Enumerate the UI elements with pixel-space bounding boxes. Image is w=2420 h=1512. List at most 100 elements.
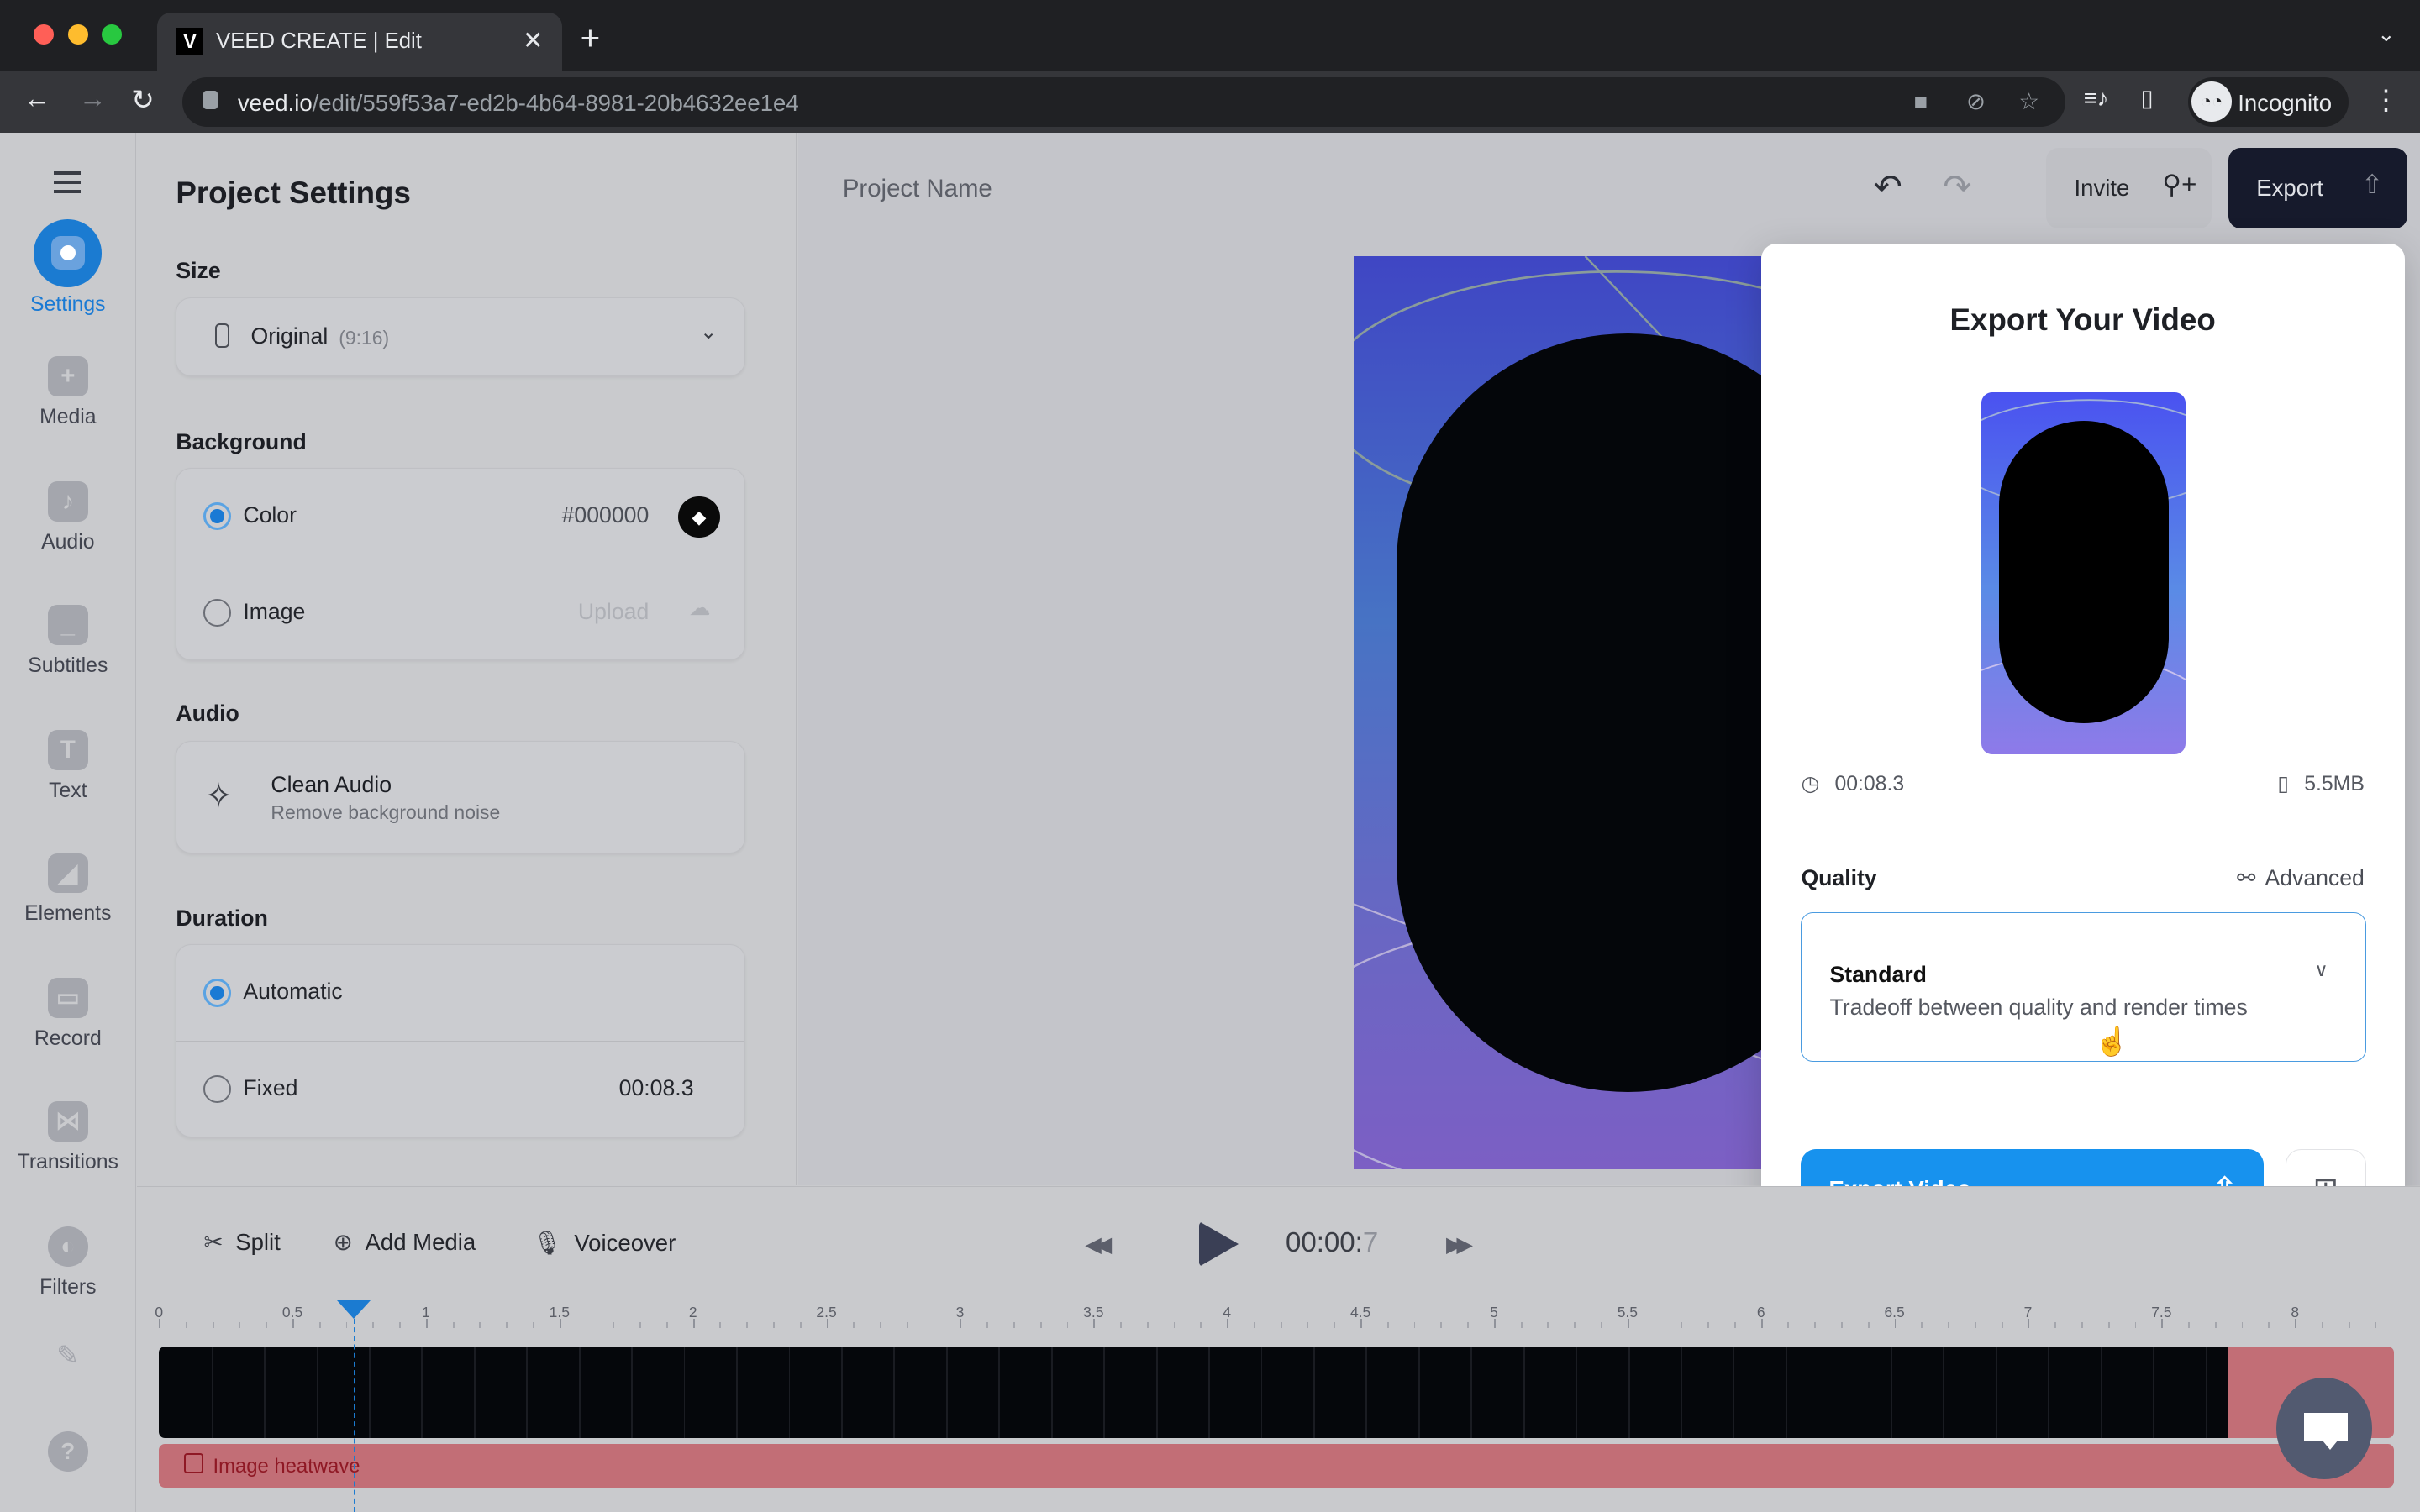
tab-close-icon[interactable]: ✕ (523, 26, 544, 55)
nav-item-text[interactable]: T Text (0, 729, 136, 803)
voiceover-button[interactable]: 🎙 Voiceover (533, 1229, 676, 1257)
frame-divider (1838, 1347, 1840, 1438)
nav-item-record[interactable]: ▭ Record (0, 978, 136, 1051)
undo-icon[interactable]: ↶ (1874, 166, 1902, 207)
nav-label: Record (34, 1027, 102, 1051)
rewind-icon[interactable]: ◀◀ (1085, 1232, 1112, 1257)
radio-image[interactable] (203, 598, 231, 627)
tick-mark (1200, 1322, 1202, 1329)
hamburger-menu-icon[interactable] (54, 171, 81, 199)
tick-mark (533, 1322, 534, 1329)
chat-support-button[interactable] (2276, 1378, 2373, 1480)
project-name[interactable]: Project Name (843, 175, 992, 203)
nav-item-subtitles[interactable]: _ Subtitles (0, 604, 136, 678)
nav-item-audio[interactable]: ♪ Audio (0, 481, 136, 554)
background-image-option[interactable]: Image Upload ☁ (176, 564, 745, 659)
video-preview[interactable] (1353, 255, 1761, 1170)
timeline-ruler[interactable]: 0 0.5 1 1.5 2 2.5 3 3.5 4 4.5 5 5.5 6 6.5 7 7.5 8 (155, 1294, 2396, 1335)
maximize-window-button[interactable] (102, 24, 123, 45)
tick-mark (666, 1322, 668, 1329)
playhead-handle[interactable] (336, 1300, 371, 1320)
split-button[interactable]: ✂ Split (203, 1229, 280, 1256)
video-track-clip[interactable] (159, 1347, 2229, 1438)
browser-tab[interactable]: V VEED CREATE | Edit ✕ (157, 12, 562, 71)
tick-mark (1173, 1322, 1176, 1329)
size-ratio: (9:16) (339, 326, 390, 349)
image-track-clip[interactable]: Image heatwave (159, 1444, 2394, 1488)
add-media-button[interactable]: ⊕ Add Media (334, 1229, 476, 1256)
play-icon[interactable] (1199, 1221, 1239, 1267)
upload-link[interactable]: Upload (578, 599, 649, 625)
minimize-window-button[interactable] (67, 24, 88, 45)
quality-dropdown[interactable]: Standard Tradeoff between quality and re… (1801, 911, 2366, 1062)
tab-search-chevron-icon[interactable]: ⌄ (2377, 22, 2396, 47)
frame-divider (2153, 1347, 2155, 1438)
back-arrow-icon[interactable]: ← (24, 83, 51, 115)
nav-item-transitions[interactable]: ⋈ Transitions (0, 1101, 136, 1174)
tick-mark (2295, 1319, 2297, 1329)
new-tab-icon[interactable]: + (581, 18, 601, 58)
duration-value: 00:08.3 (1834, 773, 1905, 796)
nav-item-media[interactable]: + Media (0, 356, 136, 429)
tick-mark (1921, 1322, 1923, 1329)
clean-audio-card[interactable]: ✧ Clean Audio Remove background noise (176, 740, 746, 853)
tick-mark (2268, 1322, 2270, 1329)
background-color-option[interactable]: Color #000000 ◆ (176, 469, 744, 564)
duration-fixed-option[interactable]: Fixed 00:08.3 (176, 1040, 745, 1137)
quality-label: Quality (1801, 865, 1877, 891)
forward-arrow-icon[interactable]: → (79, 83, 107, 115)
help-icon[interactable]: ? (47, 1431, 88, 1473)
invite-button[interactable]: Invite ⚲+ (2046, 148, 2212, 228)
radio-color[interactable] (203, 501, 231, 530)
incognito-profile-button[interactable]: ◔◔ Incognito (2188, 76, 2349, 127)
duration-automatic-option[interactable]: Automatic (176, 945, 744, 1041)
tick-mark (1974, 1322, 1976, 1329)
fixed-duration-value[interactable]: 00:08.3 (619, 1075, 694, 1101)
export-button[interactable]: Export ⇧ (2228, 148, 2408, 228)
frame-divider (264, 1347, 266, 1438)
tick-mark (1841, 1322, 1843, 1329)
automatic-label: Automatic (243, 979, 343, 1005)
frame-divider (526, 1347, 529, 1438)
duration-options: Automatic Fixed 00:08.3 (176, 944, 746, 1137)
upload-icon: ⇧ (2361, 170, 2384, 200)
tick-mark (906, 1322, 908, 1329)
tick-mark (986, 1322, 989, 1329)
fast-forward-icon[interactable]: ▶▶ (1446, 1232, 1473, 1257)
redo-icon[interactable]: ↷ (1943, 166, 1971, 207)
radio-fixed[interactable] (203, 1075, 231, 1104)
media-control-icon[interactable]: ≡♪ (2084, 85, 2109, 112)
tick-mark (1547, 1322, 1549, 1329)
camera-blocked-icon[interactable]: ■ (1914, 88, 1928, 115)
veed-favicon-icon: V (176, 28, 204, 56)
nav-label: Filters (39, 1275, 97, 1299)
address-bar[interactable]: veed.io/edit/559f53a7-ed2b-4b64-8981-20b… (182, 76, 2065, 127)
tick-mark (1253, 1322, 1255, 1329)
tick-mark (239, 1322, 241, 1329)
phone-portrait-icon (215, 323, 229, 349)
pen-icon[interactable]: ✎ (0, 1339, 136, 1385)
paint-bucket-icon[interactable]: ◆ (678, 496, 720, 538)
nav-item-filters[interactable]: ◐ Filters (0, 1226, 136, 1299)
tick-mark (1440, 1322, 1443, 1329)
frame-divider (1418, 1347, 1420, 1438)
nav-label: Audio (41, 530, 95, 554)
close-window-button[interactable] (34, 24, 55, 45)
tick-mark (2375, 1322, 2377, 1329)
advanced-button[interactable]: ⚯ Advanced (2237, 865, 2365, 891)
nav-label: Transitions (17, 1151, 118, 1174)
browser-menu-icon[interactable]: ⋮ (2372, 83, 2400, 117)
size-dropdown[interactable]: Original (9:16) ⌄ (176, 297, 746, 377)
bookmark-star-icon[interactable]: ☆ (2018, 88, 2039, 115)
nav-item-settings[interactable]: Settings (0, 218, 136, 317)
side-panel-icon[interactable]: ▯ (2141, 85, 2154, 112)
tick-mark (2188, 1322, 2190, 1329)
cloud-upload-icon[interactable]: ☁ (689, 596, 711, 621)
clean-audio-desc: Remove background noise (271, 801, 501, 824)
tick-mark (613, 1322, 615, 1329)
reload-icon[interactable]: ↻ (131, 83, 155, 117)
color-hex-value[interactable]: #000000 (562, 502, 650, 528)
radio-automatic[interactable] (203, 979, 231, 1007)
nav-item-elements[interactable]: ◢ Elements (0, 853, 136, 927)
eye-off-icon[interactable]: ⊘ (1966, 88, 1986, 115)
